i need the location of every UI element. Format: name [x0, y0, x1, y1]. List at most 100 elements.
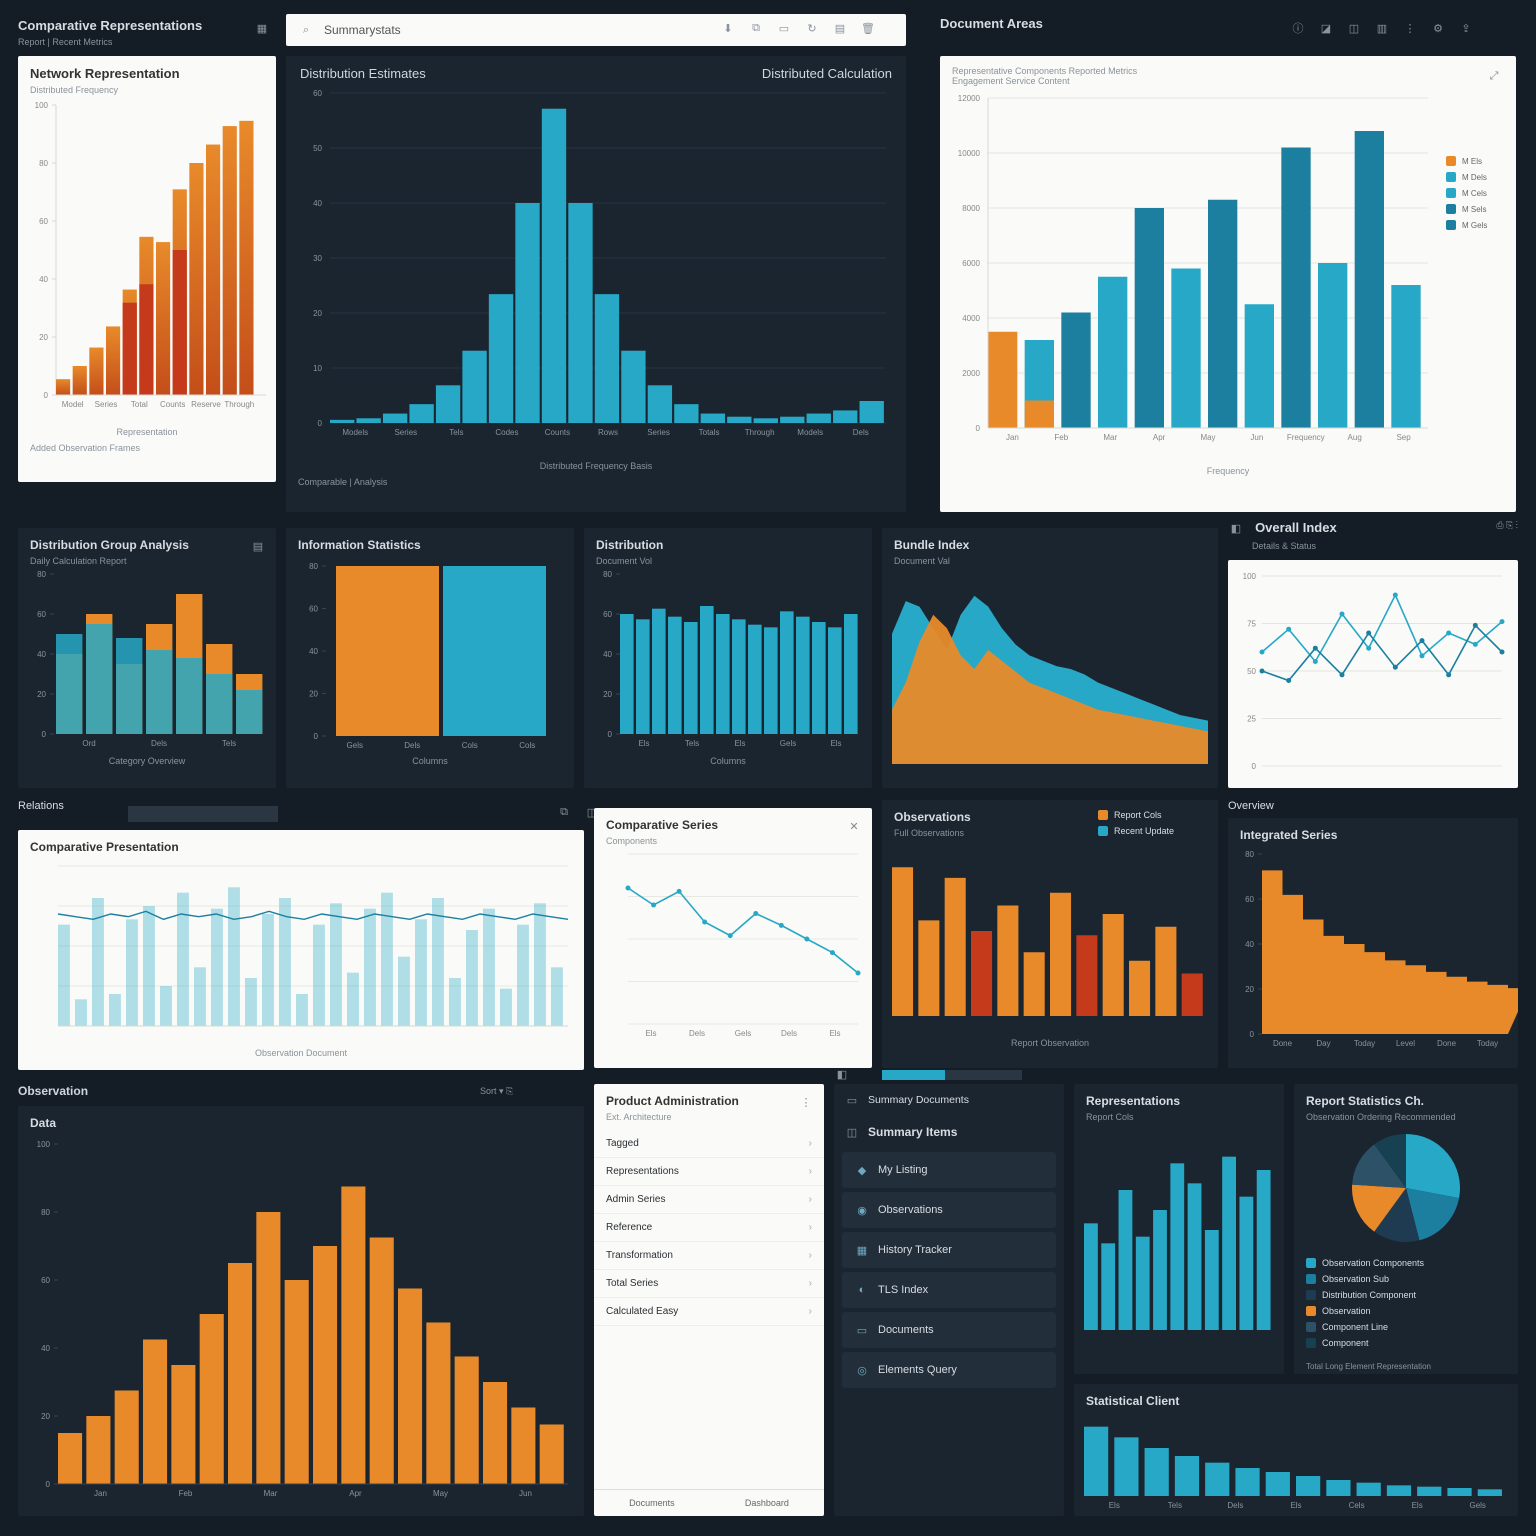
c4-xlabel: Category Overview: [18, 756, 276, 766]
list-item[interactable]: ◎Elements Query: [842, 1352, 1056, 1388]
svg-text:Reserve: Reserve: [191, 400, 221, 409]
svg-text:Sep: Sep: [1396, 433, 1411, 442]
bookmark-icon[interactable]: ◪: [1318, 20, 1334, 36]
list-item[interactable]: ◆My Listing: [842, 1152, 1056, 1188]
legend-item: Observation Sub: [1306, 1274, 1506, 1284]
c14-f1[interactable]: Documents: [629, 1498, 675, 1508]
list-item[interactable]: ◉Observations: [842, 1192, 1056, 1228]
svg-text:20: 20: [37, 690, 46, 699]
svg-text:Series: Series: [647, 428, 670, 437]
list-item[interactable]: Admin Series›: [594, 1186, 824, 1214]
c3-svg: 020004000600080001000012000 JanFebMarApr…: [940, 86, 1516, 466]
info-icon[interactable]: ⓘ: [1290, 20, 1306, 36]
c1-footer: Added Observation Frames: [18, 443, 276, 453]
c5-xlabel: Columns: [286, 756, 574, 766]
svg-text:Mar: Mar: [1103, 433, 1117, 442]
download-icon[interactable]: ⬇: [720, 20, 736, 36]
svg-text:Gels: Gels: [347, 741, 363, 750]
svg-text:Mar: Mar: [264, 1489, 278, 1498]
search-icon: ⌕: [298, 22, 314, 38]
svg-text:60: 60: [41, 1276, 50, 1285]
svg-text:0: 0: [1252, 762, 1257, 771]
svg-text:10000: 10000: [958, 149, 981, 158]
svg-text:100: 100: [35, 101, 49, 110]
menu-icon[interactable]: ▤: [250, 538, 266, 554]
list-item[interactable]: Tagged›: [594, 1130, 824, 1158]
left-header-block: Comparative Representations Report | Rec…: [18, 18, 258, 47]
c17-title: Statistical Client: [1074, 1384, 1518, 1412]
grid-icon[interactable]: ▦: [254, 20, 270, 36]
c1-xlabel: Representation: [18, 427, 276, 437]
svg-text:May: May: [433, 1489, 448, 1498]
list-item[interactable]: Representations›: [594, 1158, 824, 1186]
svg-text:Tels: Tels: [449, 428, 463, 437]
list-item[interactable]: Total Series›: [594, 1270, 824, 1298]
list-item[interactable]: Calculated Easy›: [594, 1298, 824, 1326]
svg-text:Frequency: Frequency: [1287, 433, 1325, 442]
svg-text:12000: 12000: [958, 94, 981, 103]
refresh-icon[interactable]: ↻: [804, 20, 820, 36]
close-icon[interactable]: ✕: [846, 818, 862, 834]
c6-sub: Document Vol: [584, 556, 872, 566]
c18-sub: Observation Ordering Recommended: [1294, 1112, 1518, 1122]
c13-title: Observation: [18, 1084, 88, 1098]
svg-text:60: 60: [603, 610, 612, 619]
c3-sub1: Representative Components Reported Metri…: [940, 56, 1516, 76]
copy2-icon[interactable]: ⧉: [556, 804, 572, 820]
svg-text:Series: Series: [394, 428, 417, 437]
gear-icon[interactable]: ⚙: [1430, 20, 1446, 36]
svg-text:40: 40: [41, 1344, 50, 1353]
c2-sub: Comparable | Analysis: [286, 471, 906, 487]
svg-text:Els: Els: [638, 739, 649, 748]
pin-icon[interactable]: ◫: [1346, 20, 1362, 36]
svg-text:Apr: Apr: [349, 1489, 362, 1498]
svg-text:Cels: Cels: [1349, 1501, 1365, 1510]
c15-sub: Summary Documents: [868, 1094, 969, 1106]
svg-text:Gels: Gels: [780, 739, 796, 748]
svg-text:Dels: Dels: [689, 1029, 705, 1038]
box-icon[interactable]: ▭: [776, 20, 792, 36]
list-item[interactable]: ▦History Tracker: [842, 1232, 1056, 1268]
columns-icon[interactable]: ▥: [1374, 20, 1390, 36]
svg-text:Jun: Jun: [519, 1489, 532, 1498]
svg-text:50: 50: [313, 144, 322, 153]
svg-text:May: May: [1200, 433, 1215, 442]
svg-text:40: 40: [313, 199, 322, 208]
svg-text:25: 25: [1247, 715, 1256, 724]
svg-text:Feb: Feb: [179, 1489, 193, 1498]
expand-icon[interactable]: ⤢: [1486, 68, 1502, 84]
c14-f2[interactable]: Dashboard: [745, 1498, 789, 1508]
svg-text:Series: Series: [95, 400, 118, 409]
list-item[interactable]: ◐TLS Index: [842, 1272, 1056, 1308]
list-item[interactable]: Reference›: [594, 1214, 824, 1242]
svg-text:60: 60: [309, 605, 318, 614]
calendar-icon[interactable]: ▤: [832, 20, 848, 36]
svg-text:40: 40: [603, 650, 612, 659]
svg-text:Dels: Dels: [151, 739, 167, 748]
list-item[interactable]: ▭Documents: [842, 1312, 1056, 1348]
svg-text:Jan: Jan: [94, 1489, 107, 1498]
svg-text:75: 75: [1247, 620, 1256, 629]
kebab-icon[interactable]: ⋮: [798, 1094, 814, 1110]
svg-text:40: 40: [37, 650, 46, 659]
svg-text:Els: Els: [1412, 1501, 1423, 1510]
svg-text:Els: Els: [645, 1029, 656, 1038]
svg-text:20: 20: [39, 333, 48, 342]
panel-icon[interactable]: ◧: [834, 1066, 850, 1082]
share-icon[interactable]: ⇪: [1458, 20, 1474, 36]
svg-text:Jun: Jun: [1250, 433, 1263, 442]
more-icon[interactable]: ⋮: [1402, 20, 1418, 36]
svg-text:Gels: Gels: [735, 1029, 751, 1038]
svg-text:Els: Els: [734, 739, 745, 748]
trash-icon[interactable]: 🗑: [860, 20, 876, 36]
svg-text:0: 0: [1250, 1030, 1255, 1039]
svg-text:6000: 6000: [962, 259, 980, 268]
c2-title-right: Distributed Calculation: [762, 66, 892, 81]
svg-text:Models: Models: [797, 428, 823, 437]
c1-title: Network Representation: [18, 56, 276, 85]
svg-text:Day: Day: [1316, 1039, 1330, 1048]
copy-icon[interactable]: ⧉: [748, 20, 764, 36]
svg-text:Done: Done: [1273, 1039, 1293, 1048]
list-item[interactable]: Transformation›: [594, 1242, 824, 1270]
svg-text:0: 0: [46, 1480, 51, 1489]
